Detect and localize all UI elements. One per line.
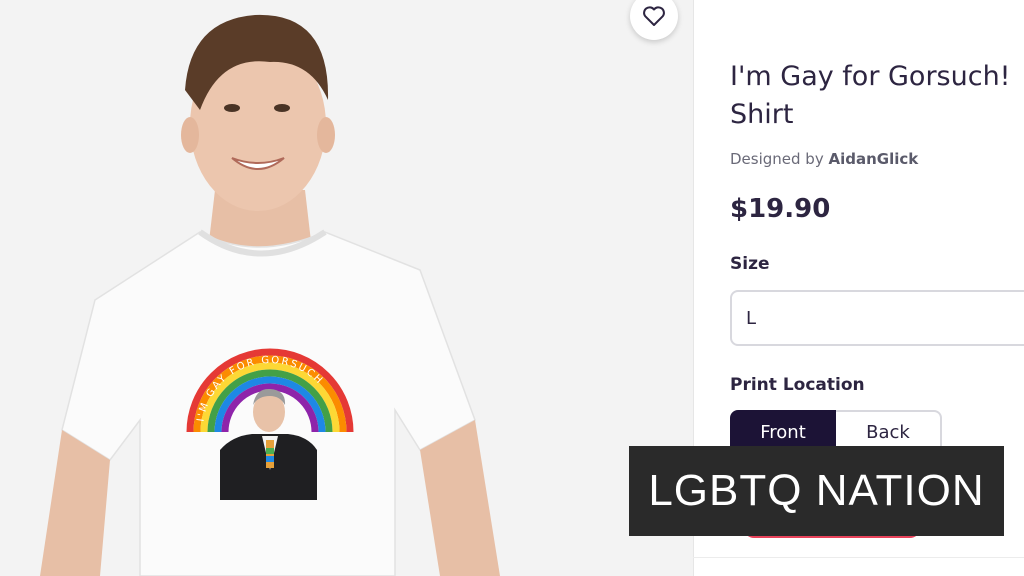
print-location-label: Print Location [730,375,865,395]
designer-link[interactable]: AidanGlick [829,150,919,168]
model-photo: I'M GAY FOR GORSUCH [0,0,693,576]
watermark-logo: LGBTQ NATION [648,466,985,515]
heart-outline-icon [643,6,665,26]
size-value: L [746,307,757,329]
section-divider [693,557,1024,558]
size-select[interactable]: L [730,290,1024,346]
product-title: I'm Gay for Gorsuch! Shirt [730,61,1011,130]
size-label: Size [730,254,770,274]
designer-line: Designed by AidanGlick [730,150,918,168]
product-image: I'M GAY FOR GORSUCH [0,0,693,576]
product-price: $19.90 [730,194,831,224]
designed-by-prefix: Designed by [730,150,824,168]
lgbtq-nation-watermark: LGBTQ NATION [629,446,1004,536]
